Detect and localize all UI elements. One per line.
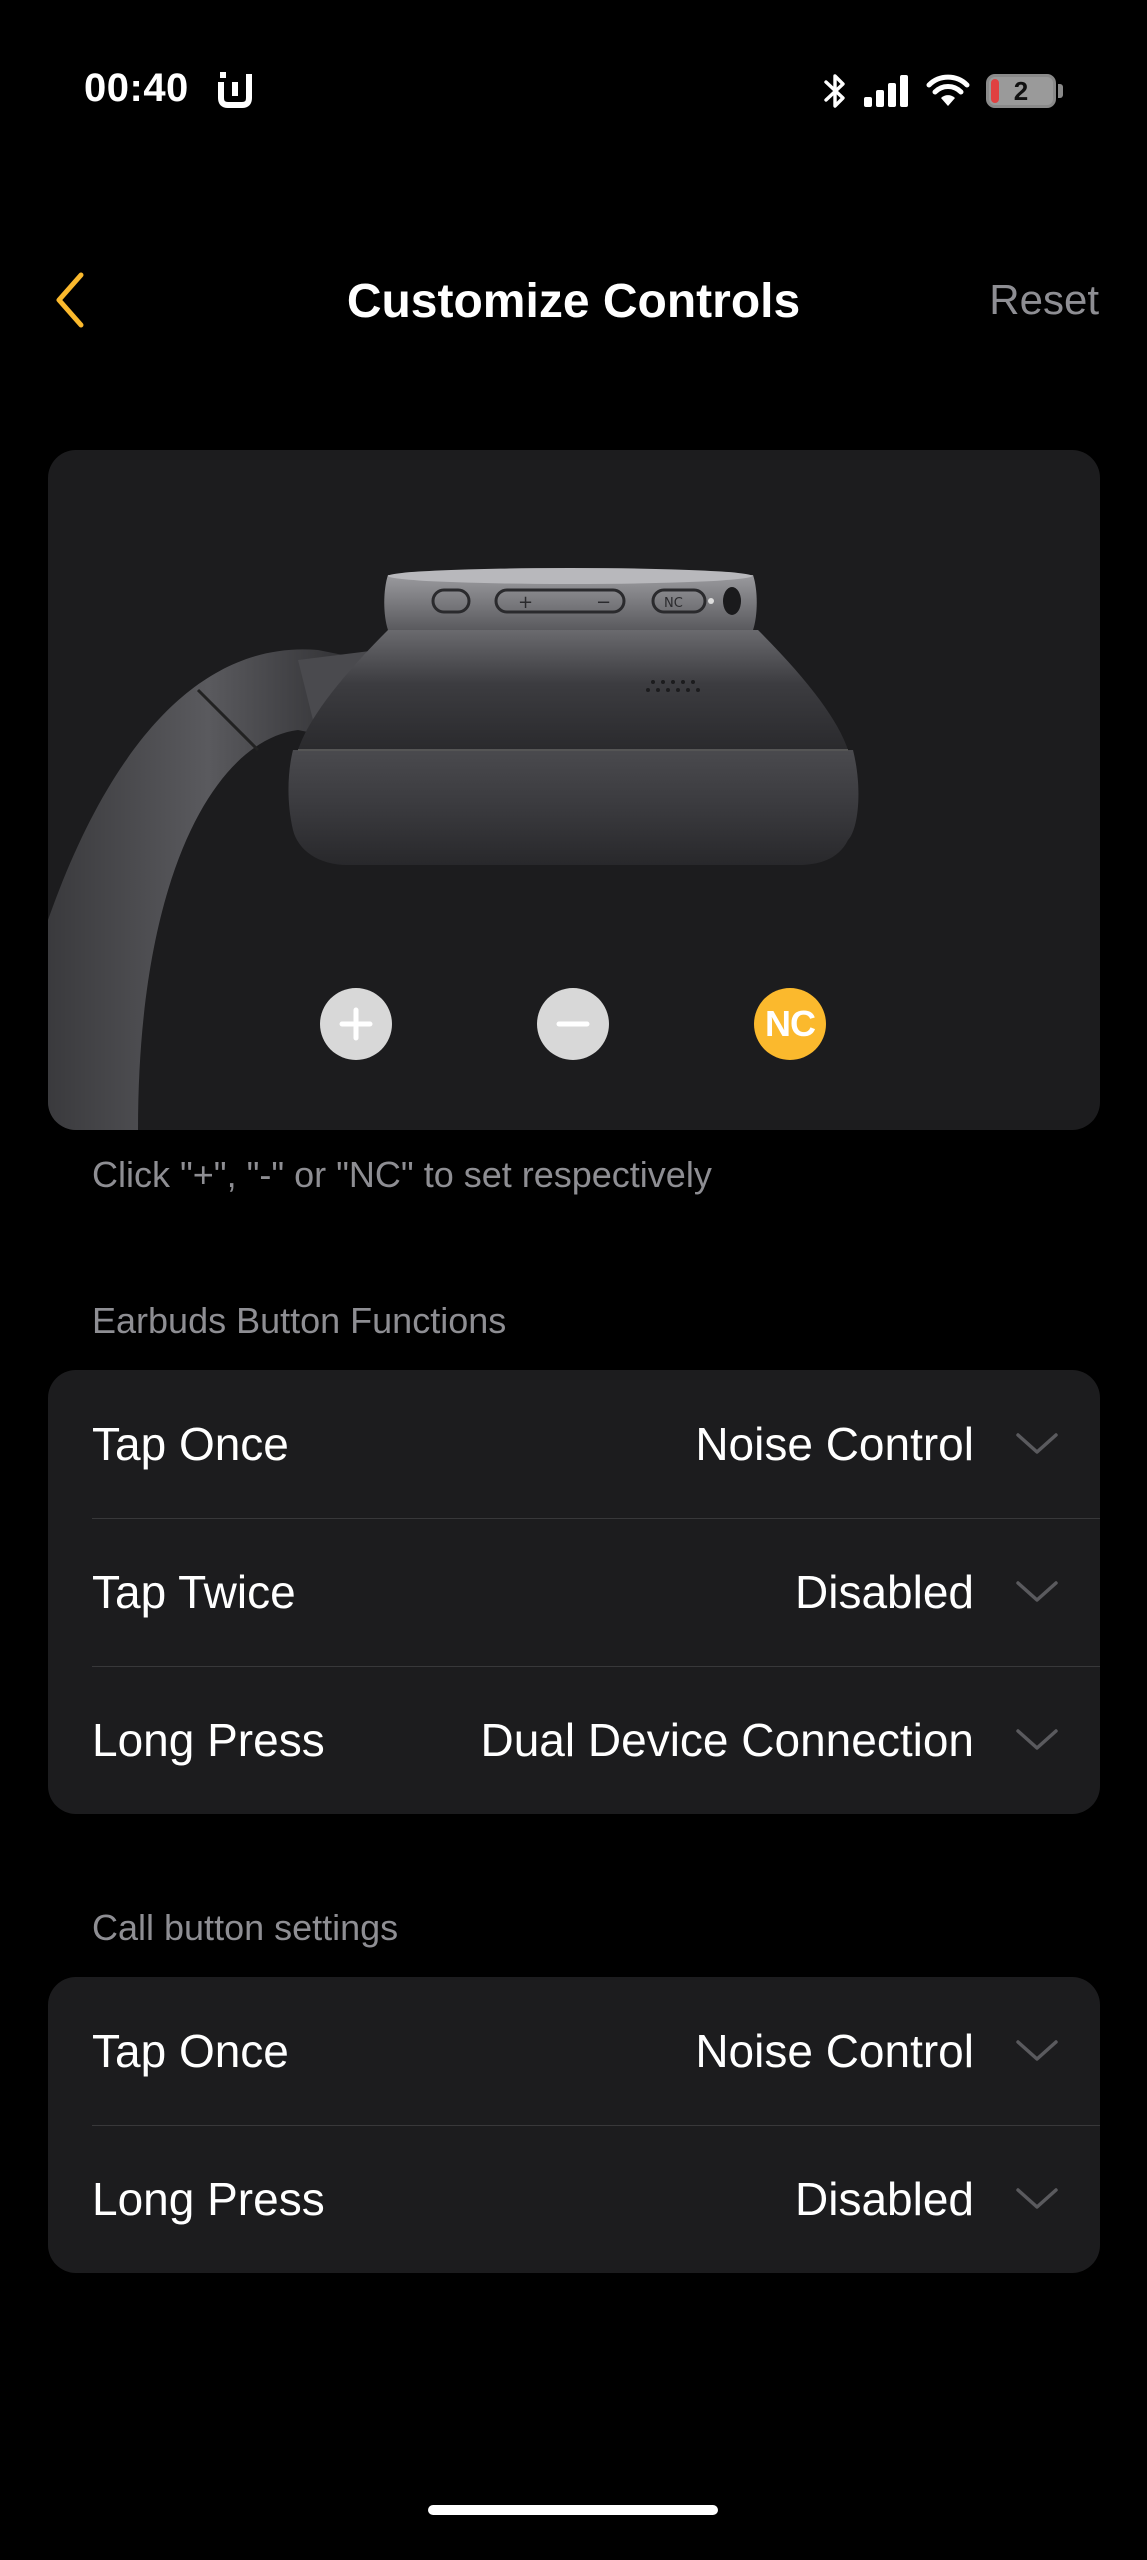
battery-fill <box>991 79 999 103</box>
setting-label: Long Press <box>92 1714 325 1766</box>
setting-value: Noise Control <box>695 1418 974 1470</box>
bluetooth-icon <box>824 74 845 108</box>
page-title: Customize Controls <box>346 275 801 328</box>
chevron-down-icon <box>1014 1569 1060 1615</box>
setting-value: Disabled <box>795 1566 974 1618</box>
plus-icon <box>339 1007 373 1041</box>
call-tap-once-row[interactable]: Tap Once Noise Control <box>48 1977 1100 2125</box>
battery-icon: 2 <box>986 74 1056 108</box>
call-settings-group: Tap Once Noise Control Long Press Disabl… <box>48 1977 1100 2273</box>
earbuds-section-header: Earbuds Button Functions <box>92 1300 507 1341</box>
device-card: + − NC NC <box>48 450 1100 1130</box>
home-indicator[interactable] <box>428 2505 718 2515</box>
svg-text:NC: NC <box>664 596 683 611</box>
setting-value: Noise Control <box>695 2025 974 2077</box>
cellular-signal-icon <box>864 75 908 107</box>
setting-label: Tap Twice <box>92 1566 296 1618</box>
minus-control-button[interactable] <box>537 988 609 1060</box>
chevron-down-icon <box>1014 1717 1060 1763</box>
status-time: 00:40 <box>84 66 189 110</box>
call-section-header: Call button settings <box>92 1907 399 1948</box>
nc-control-button[interactable]: NC <box>754 988 826 1060</box>
chevron-down-icon <box>1014 2028 1060 2074</box>
chevron-down-icon <box>1014 1421 1060 1467</box>
nav-bar: Customize Controls Reset <box>0 240 1147 360</box>
call-long-press-row[interactable]: Long Press Disabled <box>48 2125 1100 2273</box>
wifi-icon <box>926 74 970 106</box>
setting-label: Tap Once <box>92 1418 289 1470</box>
earbuds-long-press-row[interactable]: Long Press Dual Device Connection <box>48 1666 1100 1814</box>
setting-label: Long Press <box>92 2173 325 2225</box>
setting-value: Disabled <box>795 2173 974 2225</box>
status-icons: 2 <box>822 66 1063 116</box>
hint-text: Click "+", "-" or "NC" to set respective… <box>92 1154 712 1195</box>
app-u-icon <box>218 72 252 108</box>
plus-control-button[interactable] <box>320 988 392 1060</box>
earbuds-tap-twice-row[interactable]: Tap Twice Disabled <box>48 1518 1100 1666</box>
battery-nub <box>1058 84 1063 98</box>
earbuds-settings-group: Tap Once Noise Control Tap Twice Disable… <box>48 1370 1100 1814</box>
battery-level: 2 <box>1013 75 1029 106</box>
setting-value: Dual Device Connection <box>480 1714 975 1766</box>
reset-button[interactable]: Reset <box>989 276 1099 324</box>
setting-label: Tap Once <box>92 2025 289 2077</box>
chevron-down-icon <box>1014 2176 1060 2222</box>
earbuds-tap-once-row[interactable]: Tap Once Noise Control <box>48 1370 1100 1518</box>
status-bar: 00:40 2 <box>0 0 1147 180</box>
minus-icon <box>556 1021 590 1027</box>
svg-text:+: + <box>518 592 533 613</box>
svg-text:−: − <box>596 592 611 613</box>
